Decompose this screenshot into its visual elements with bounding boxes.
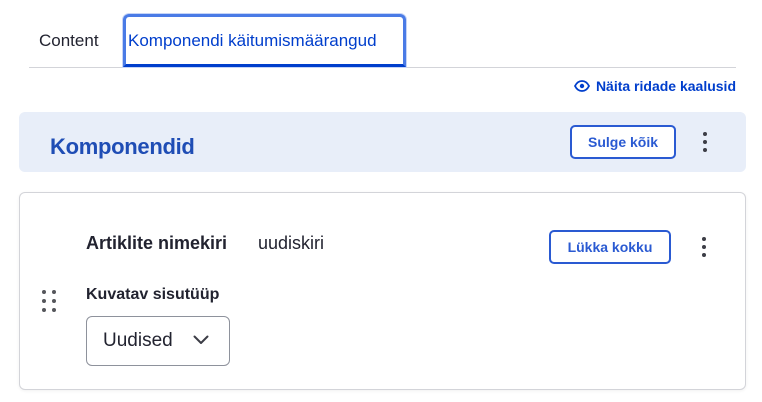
component-subtitle: uudiskiri — [258, 233, 325, 253]
collapse-button[interactable]: Lükka kokku — [549, 230, 671, 264]
content-type-value: Uudised — [103, 330, 173, 351]
show-row-weights-link[interactable]: Näita ridade kaalusid — [573, 78, 736, 94]
chevron-down-icon — [193, 335, 209, 344]
drag-handle-icon[interactable] — [42, 290, 56, 312]
content-type-label: Kuvatav sisutüüp — [86, 286, 220, 303]
component-title: Artiklite nimekiri — [86, 233, 228, 253]
show-row-weights-label: Näita ridade kaalusid — [595, 78, 736, 94]
kebab-icon[interactable] — [695, 129, 715, 155]
components-header: Komponendid Sulge kõik — [19, 112, 746, 172]
tab-component-behaviors[interactable]: Komponendi käitumismäärangud — [123, 14, 406, 67]
components-title: Komponendid — [50, 134, 195, 159]
tab-bar: Content Komponendi käitumismäärangud — [29, 14, 736, 68]
collapse-all-button[interactable]: Sulge kõik — [570, 125, 676, 159]
eye-icon — [573, 80, 590, 92]
tab-content[interactable]: Content — [29, 14, 123, 67]
component-card: Artiklite nimekiri uudiskiri Lükka kokku… — [19, 192, 746, 390]
content-type-select[interactable]: Uudised — [86, 316, 230, 366]
kebab-icon[interactable] — [694, 234, 714, 260]
